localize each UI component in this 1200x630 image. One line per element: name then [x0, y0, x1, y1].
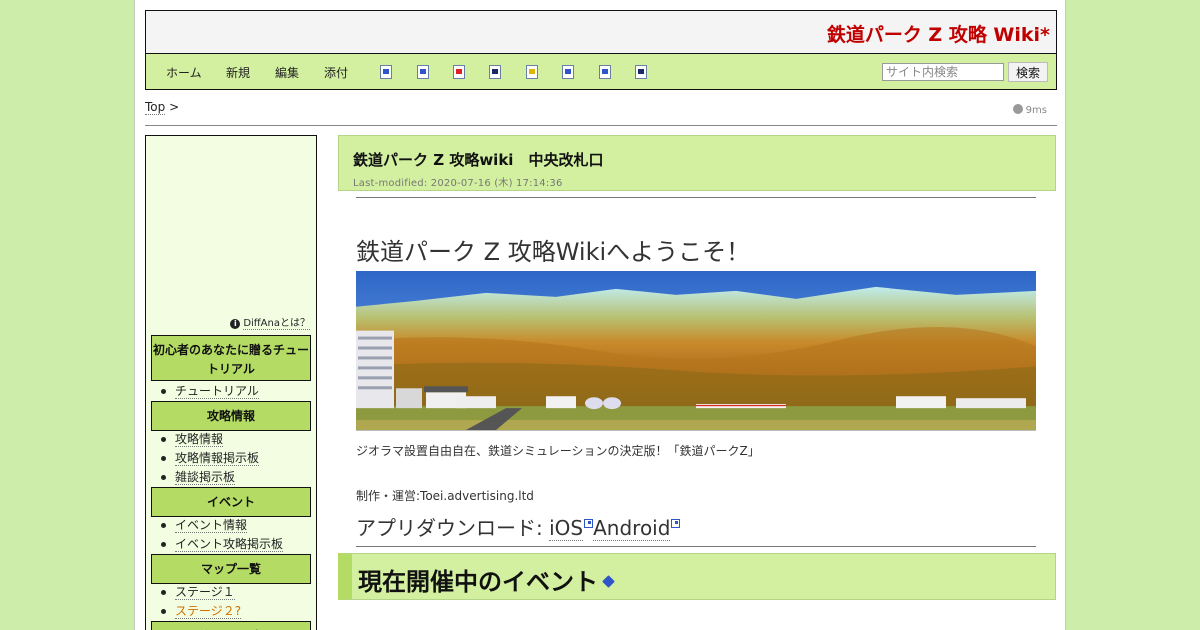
- ad-area[interactable]: [146, 136, 316, 311]
- menu-list-event: イベント情報 イベント攻略掲示板: [160, 516, 284, 554]
- external-link-icon: [584, 519, 594, 528]
- menu-item-strategy-info[interactable]: 攻略情報: [160, 430, 259, 449]
- ios-link[interactable]: iOS: [549, 516, 584, 541]
- nav-attach[interactable]: 添付: [324, 64, 348, 81]
- menu-head-maps: マップ一覧: [151, 554, 311, 584]
- nav-edit[interactable]: 編集: [275, 64, 299, 81]
- download-label: アプリダウンロード:: [356, 516, 550, 540]
- breadcrumb-top[interactable]: Top: [145, 100, 166, 115]
- diffana-link[interactable]: i DiffAnaとは？: [230, 314, 310, 330]
- menu-head-strategy: 攻略情報: [151, 401, 311, 431]
- banner-image: [356, 271, 1036, 431]
- menu-list-maps: ステージ１ ステージ２?: [160, 583, 242, 621]
- page-title-box: 鉄道パーク Z 攻略wiki 中央改札口 Last-modified: 2020…: [338, 135, 1056, 191]
- breadcrumb-separator: >: [169, 100, 180, 114]
- search-button[interactable]: 検索: [1008, 62, 1048, 82]
- search-input[interactable]: [882, 63, 1004, 81]
- page-freeze-icon[interactable]: [526, 65, 538, 79]
- site-header: 鉄道パーク Z 攻略 Wiki*: [145, 10, 1057, 54]
- menu-item-stage-1[interactable]: ステージ１: [160, 583, 241, 602]
- menu-head-tutorial: 初心者のあなたに贈るチュートリアル: [151, 335, 311, 381]
- help-icon[interactable]: [635, 65, 647, 79]
- android-link[interactable]: Android: [593, 516, 671, 541]
- info-icon: i: [230, 319, 241, 329]
- render-time: 9ms: [1025, 105, 1047, 116]
- navbar: ホーム 新規 編集 添付 検索: [145, 53, 1057, 90]
- menu-head-event: イベント: [151, 487, 311, 517]
- menu-item-event-board[interactable]: イベント攻略掲示板: [160, 535, 284, 554]
- page: 鉄道パーク Z 攻略 Wiki* ホーム 新規 編集 添付 検索 Top > 9…: [134, 0, 1066, 630]
- welcome-heading: 鉄道パーク Z 攻略Wikiへようこそ！: [356, 238, 751, 266]
- divider: [145, 125, 1057, 126]
- page-diff-icon[interactable]: [453, 65, 465, 79]
- banner-caption: ジオラマ設置自由自在、鉄道シミュレーションの決定版！「鉄道パークZ」: [356, 444, 760, 458]
- divider: [356, 197, 1036, 198]
- menu-list-strategy: 攻略情報 攻略情報掲示板 雑談掲示板: [160, 430, 260, 487]
- external-link-icon: [671, 519, 681, 528]
- producer-text: 制作・運営:Toei.advertising.ltd: [356, 489, 534, 503]
- page-backup-icon[interactable]: [489, 65, 501, 79]
- page-list-icon[interactable]: [562, 65, 574, 79]
- page-rename-icon[interactable]: [417, 65, 429, 79]
- edit-pencil-icon[interactable]: [602, 575, 615, 588]
- last-modified: Last-modified: 2020-07-16 (木) 17:14:36: [353, 178, 563, 189]
- menu-list-tutorial: チュートリアル: [161, 382, 259, 401]
- breadcrumb: Top >: [145, 100, 180, 115]
- menu-item-event-info[interactable]: イベント情報: [160, 516, 283, 535]
- menu-item-tutorial[interactable]: チュートリアル: [161, 382, 259, 401]
- speedometer-icon: [1012, 104, 1023, 114]
- section-heading-box: 現在開催中のイベント: [338, 553, 1056, 600]
- page-copy-icon[interactable]: [380, 65, 392, 79]
- divider: [356, 546, 1036, 547]
- app-download: アプリダウンロード: iOS Android: [356, 512, 681, 541]
- menu-item-strategy-board[interactable]: 攻略情報掲示板: [160, 449, 260, 468]
- menu-item-stage-2[interactable]: ステージ２?: [160, 602, 242, 621]
- site-title[interactable]: 鉄道パーク Z 攻略 Wiki*: [827, 20, 1050, 47]
- menu-item-chat-board[interactable]: 雑談掲示板: [160, 468, 259, 487]
- page-title[interactable]: 鉄道パーク Z 攻略wiki 中央改札口: [353, 149, 603, 170]
- recent-changes-icon[interactable]: [599, 65, 611, 79]
- nav-new[interactable]: 新規: [226, 64, 250, 81]
- section-heading: 現在開催中のイベント: [358, 562, 615, 597]
- render-timer: 9ms: [1012, 104, 1047, 116]
- nav-home[interactable]: ホーム: [166, 64, 202, 81]
- sidebar: i DiffAnaとは？ 初心者のあなたに贈るチュートリアル チュートリアル 攻略…: [145, 135, 317, 630]
- menu-head-towers: タワー一覧: [151, 621, 311, 630]
